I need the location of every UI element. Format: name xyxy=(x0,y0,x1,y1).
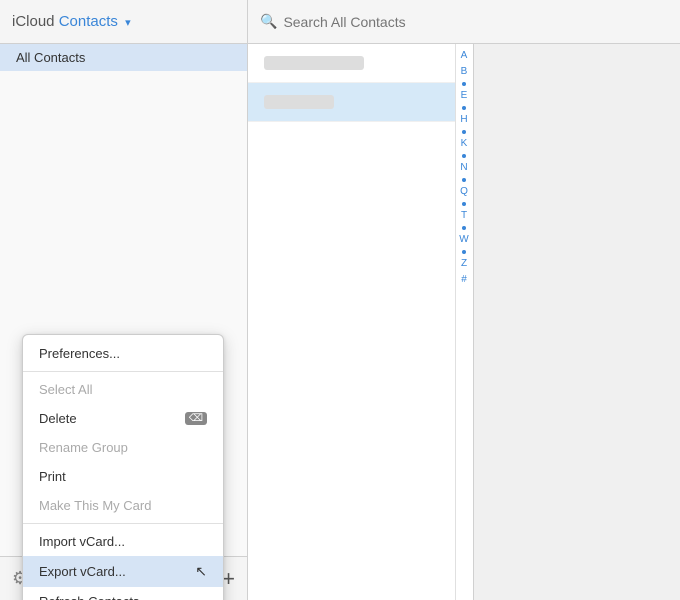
contact-name-placeholder-1 xyxy=(264,56,364,70)
main-content: All Contacts Preferences... Select All D… xyxy=(0,44,680,600)
header-right: 🔍 xyxy=(248,0,680,43)
app-title: iCloud Contacts ▾ xyxy=(12,13,131,30)
app-brand-name: Contacts xyxy=(59,13,118,30)
menu-item-rename-group: Rename Group xyxy=(23,433,223,462)
alpha-N[interactable]: N xyxy=(460,160,467,176)
contact-item-2[interactable] xyxy=(248,83,455,122)
alpha-dot-2 xyxy=(462,106,466,110)
title-dropdown-arrow[interactable]: ▾ xyxy=(125,17,131,29)
contact-name-placeholder-2 xyxy=(264,95,334,109)
header-left: iCloud Contacts ▾ xyxy=(0,0,248,43)
alpha-dot-3 xyxy=(462,130,466,134)
menu-item-refresh-contacts[interactable]: Refresh Contacts xyxy=(23,587,223,600)
alpha-A[interactable]: A xyxy=(461,48,468,64)
menu-separator-1 xyxy=(23,371,223,372)
alpha-hash[interactable]: # xyxy=(461,272,467,288)
alpha-dot-7 xyxy=(462,226,466,230)
context-menu: Preferences... Select All Delete ⌫ Renam… xyxy=(22,334,224,600)
alpha-K[interactable]: K xyxy=(461,136,468,152)
search-icon: 🔍 xyxy=(260,13,277,30)
contact-list xyxy=(248,44,455,600)
menu-item-select-all: Select All xyxy=(23,375,223,404)
alpha-dot-1 xyxy=(462,82,466,86)
cursor-icon: ↖ xyxy=(195,563,207,580)
alpha-W[interactable]: W xyxy=(459,232,468,248)
alpha-B[interactable]: B xyxy=(461,64,468,80)
menu-item-delete[interactable]: Delete ⌫ xyxy=(23,404,223,433)
alpha-Q[interactable]: Q xyxy=(460,184,468,200)
add-contact-button[interactable]: + xyxy=(222,568,235,590)
alpha-Z[interactable]: Z xyxy=(461,256,467,272)
alpha-dot-4 xyxy=(462,154,466,158)
menu-separator-2 xyxy=(23,523,223,524)
alpha-dot-8 xyxy=(462,250,466,254)
menu-item-import-vcard[interactable]: Import vCard... xyxy=(23,527,223,556)
alpha-index: A B E H K N Q T W Z # xyxy=(455,44,473,600)
app-container: iCloud Contacts ▾ 🔍 All Contacts Prefere… xyxy=(0,0,680,600)
menu-item-preferences[interactable]: Preferences... xyxy=(23,339,223,368)
alpha-H[interactable]: H xyxy=(460,112,467,128)
alpha-E[interactable]: E xyxy=(461,88,468,104)
sidebar: All Contacts Preferences... Select All D… xyxy=(0,44,248,600)
header: iCloud Contacts ▾ 🔍 xyxy=(0,0,680,44)
alpha-T[interactable]: T xyxy=(461,208,467,224)
menu-item-print[interactable]: Print xyxy=(23,462,223,491)
alpha-dot-5 xyxy=(462,178,466,182)
menu-item-export-vcard[interactable]: Export vCard... ↖ xyxy=(23,556,223,587)
sidebar-item-all-contacts[interactable]: All Contacts xyxy=(0,44,247,71)
search-input[interactable] xyxy=(283,14,668,30)
menu-item-make-my-card: Make This My Card xyxy=(23,491,223,520)
app-prefix: iCloud xyxy=(12,13,55,30)
delete-icon: ⌫ xyxy=(185,412,207,425)
alpha-dot-6 xyxy=(462,202,466,206)
contact-item-1[interactable] xyxy=(248,44,455,83)
detail-pane xyxy=(473,44,680,600)
